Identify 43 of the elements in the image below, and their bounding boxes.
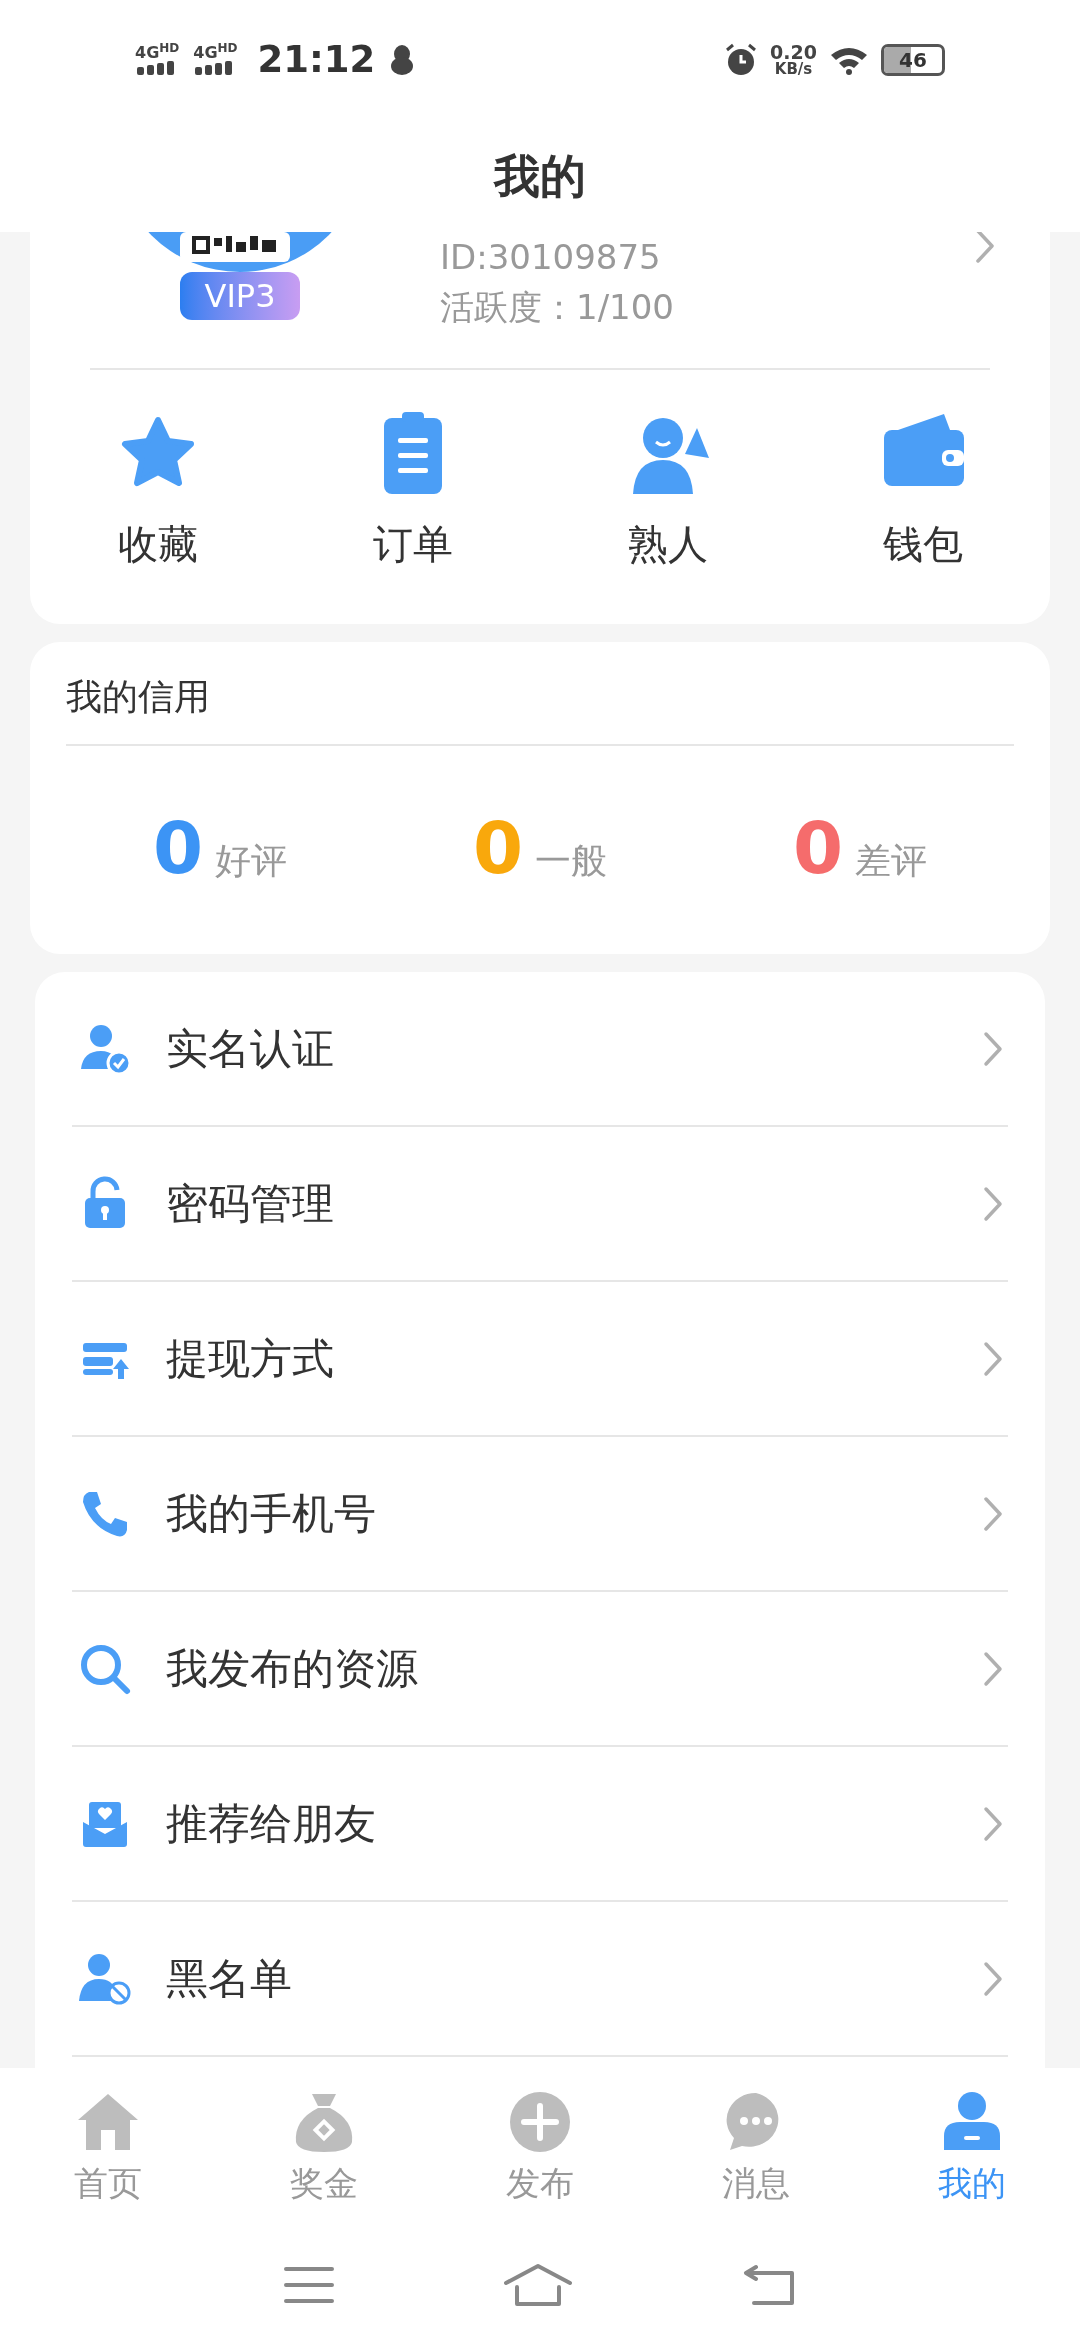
menu-item[interactable]: 我发布的资源 xyxy=(35,1592,1045,1745)
chevron-right-icon xyxy=(983,1960,1003,1997)
menu-item[interactable]: 我的手机号 xyxy=(35,1437,1045,1590)
network-label: 4G$^{HD}$ xyxy=(193,45,238,61)
chevron-right-icon xyxy=(983,1495,1003,1532)
menu-item[interactable]: 推荐给朋友 xyxy=(35,1747,1045,1900)
shortcut-button[interactable]: 钱包 xyxy=(795,408,1050,574)
menu-item[interactable]: 密码管理 xyxy=(35,1127,1045,1280)
rating-label: 差评 xyxy=(855,839,928,883)
chevron-right-icon xyxy=(983,1185,1003,1222)
home-outline-icon[interactable] xyxy=(503,2263,573,2307)
rating-label: 一般 xyxy=(535,839,608,883)
rating-count: 0 xyxy=(792,812,844,884)
clock-time: 21:12 xyxy=(257,37,376,84)
chevron-right-icon xyxy=(983,1340,1003,1377)
alarm-clock-icon xyxy=(724,43,759,77)
wifi-icon xyxy=(829,45,869,75)
user-id: ID:30109875 xyxy=(440,236,662,279)
menu-icon[interactable] xyxy=(284,2265,335,2305)
chevron-right-icon xyxy=(983,1650,1003,1687)
shortcut-button[interactable]: 熟人 xyxy=(540,408,795,574)
menu-item[interactable]: 实名认证 xyxy=(35,972,1045,1125)
back-icon[interactable] xyxy=(741,2263,796,2307)
page-title: 我的 xyxy=(494,147,586,205)
section-title: 我的信用 xyxy=(65,675,211,719)
menu-item[interactable]: 提现方式 xyxy=(35,1282,1045,1435)
activity-level: 活跃度：1/100 xyxy=(440,286,674,329)
shortcut-button[interactable]: 收藏 xyxy=(30,408,285,574)
vip-badge: VIP3 xyxy=(180,272,300,320)
chevron-right-icon xyxy=(983,1030,1003,1067)
network-speed: 0.20 xyxy=(770,43,817,62)
network-label: 4G$^{HD}$ xyxy=(135,45,180,61)
battery-level: 46 xyxy=(899,47,927,73)
rating-count: 0 xyxy=(152,812,204,884)
chevron-right-icon xyxy=(983,1805,1003,1842)
chevron-right-icon xyxy=(975,232,995,264)
shortcut-button[interactable]: 订单 xyxy=(285,408,540,574)
rating-label: 好评 xyxy=(215,839,288,883)
speed-unit: KB/s xyxy=(774,62,813,77)
penguin-icon xyxy=(389,44,416,76)
rating-count: 0 xyxy=(472,812,524,884)
menu-item[interactable]: 黑名单 xyxy=(35,1902,1045,2055)
plus-circle-icon xyxy=(508,2089,572,2154)
